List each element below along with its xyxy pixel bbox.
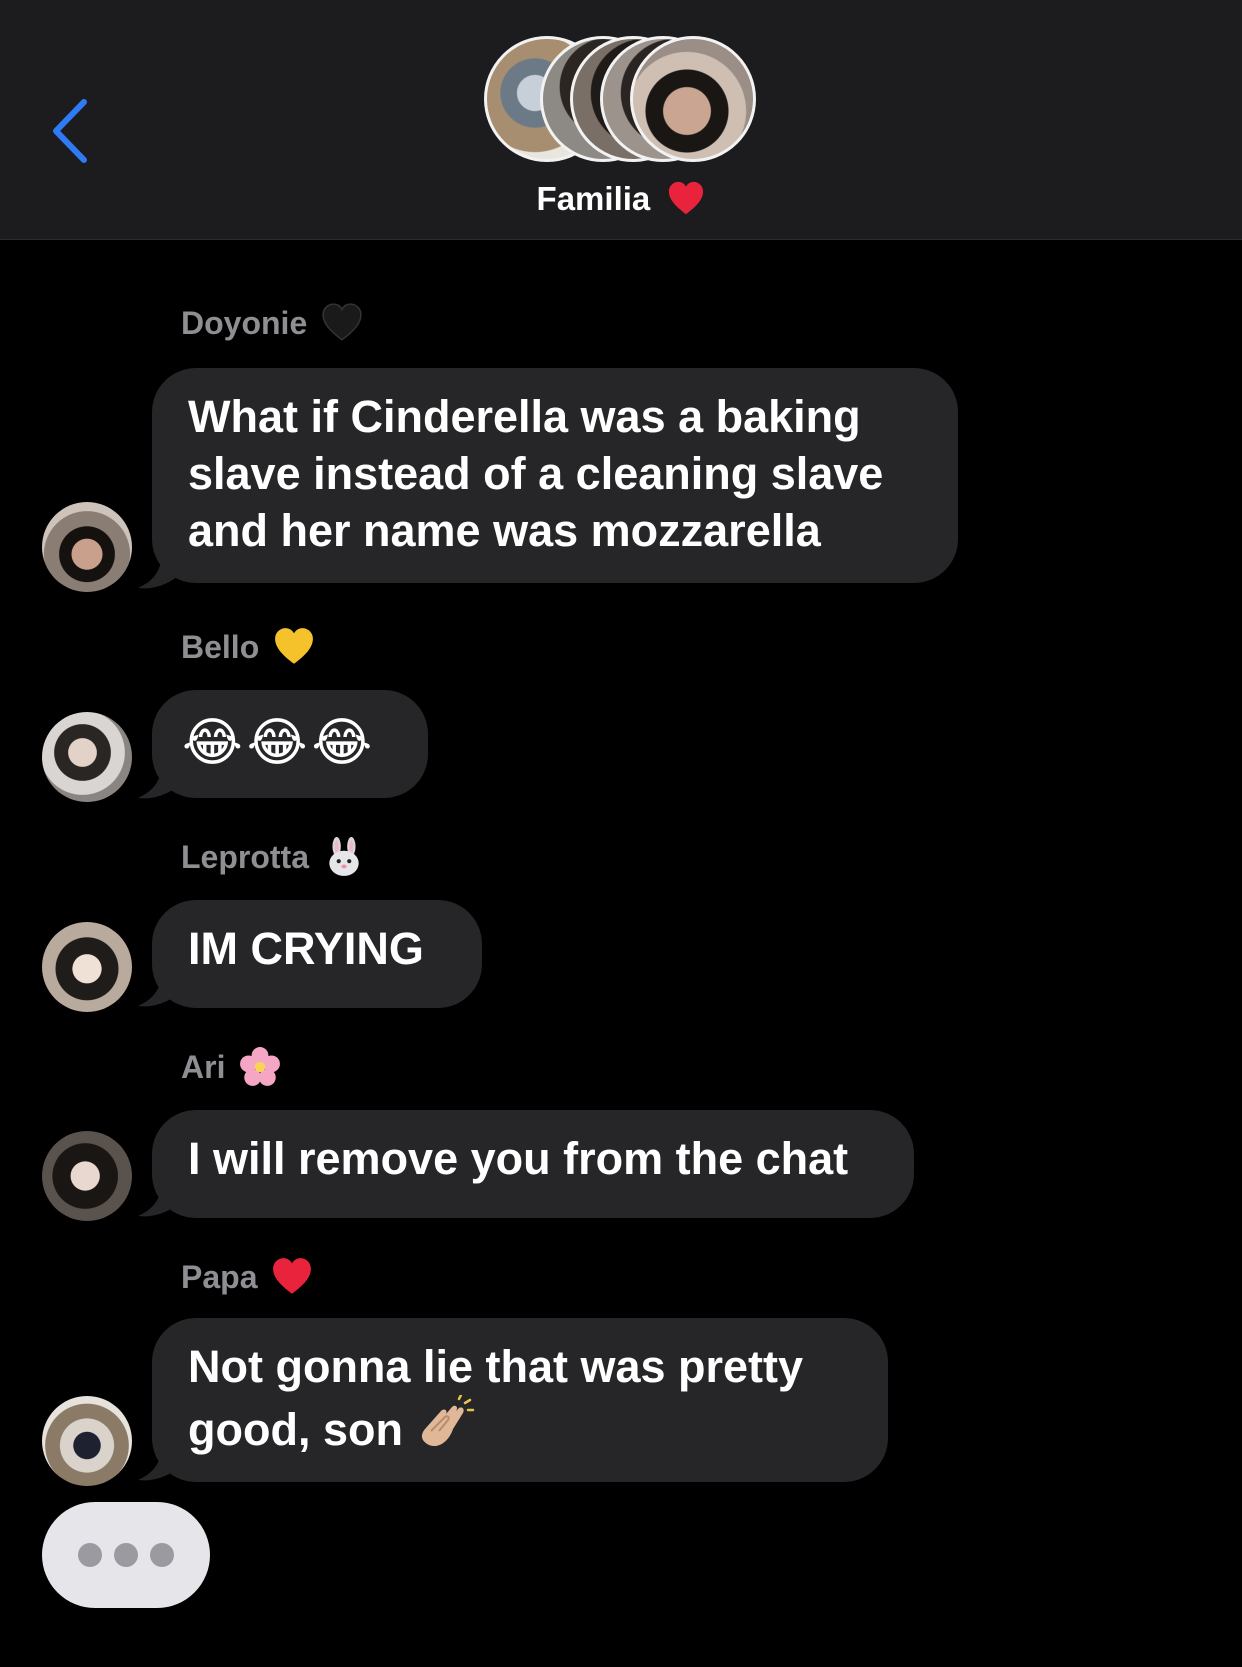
group-avatar-stack[interactable] [484, 36, 760, 162]
group-avatar [630, 36, 756, 162]
message-bubble[interactable]: I will remove you from the chat [152, 1110, 914, 1218]
cherry-blossom-icon [240, 1047, 281, 1086]
sender-label: Leprotta [181, 836, 365, 878]
sender-name: Papa [181, 1258, 258, 1295]
bubble-tail [138, 1442, 178, 1481]
sender-label: Papa [181, 1256, 313, 1298]
sender-name: Ari [181, 1048, 226, 1085]
group-name-label: Familia [536, 180, 651, 217]
chevron-left-icon [53, 99, 87, 163]
sender-name: Doyonie [181, 304, 308, 341]
clapping-hands-icon [422, 1395, 475, 1447]
message-bubble[interactable]: IM CRYING [152, 900, 482, 1008]
avatar-leprotta[interactable] [42, 922, 132, 1012]
sender-label: Doyonie [181, 302, 363, 344]
avatar-doyonie[interactable] [42, 502, 132, 592]
typing-indicator [42, 1502, 210, 1608]
sender-name: Bello [181, 628, 260, 665]
chat-header: Familia [0, 0, 1242, 240]
message-bubble[interactable]: Not gonna lie that was pretty good, son [152, 1318, 888, 1482]
red-heart-icon [669, 181, 704, 215]
bubble-tail [138, 550, 178, 589]
message-text: 😂😂😂 [182, 714, 377, 772]
typing-dot [78, 1543, 102, 1567]
typing-dot [150, 1543, 174, 1567]
group-title[interactable]: Familia [0, 180, 1242, 218]
rabbit-face-icon [329, 837, 359, 876]
bubble-tail [138, 968, 178, 1007]
avatar-papa[interactable] [42, 1396, 132, 1486]
sender-label: Ari [181, 1046, 281, 1088]
avatar-ari[interactable] [42, 1131, 132, 1221]
message-bubble[interactable]: What if Cinderella was a baking slave in… [152, 368, 958, 583]
yellow-heart-icon [275, 628, 314, 664]
message-text: IM CRYING [188, 923, 424, 974]
message-text: What if Cinderella was a baking slave in… [188, 391, 884, 556]
message-text: I will remove you from the chat [188, 1133, 849, 1184]
sender-name: Leprotta [181, 838, 309, 875]
message-bubble[interactable]: 😂😂😂 [152, 690, 428, 798]
back-button[interactable] [48, 96, 96, 166]
bubble-tail [138, 760, 178, 799]
bubble-tail [138, 1178, 178, 1217]
red-heart-icon [273, 1258, 312, 1294]
message-text: Not gonna lie that was pretty good, son [188, 1341, 804, 1455]
black-heart-icon [322, 303, 362, 341]
avatar-bello[interactable] [42, 712, 132, 802]
typing-dot [114, 1543, 138, 1567]
sender-label: Bello [181, 626, 315, 668]
